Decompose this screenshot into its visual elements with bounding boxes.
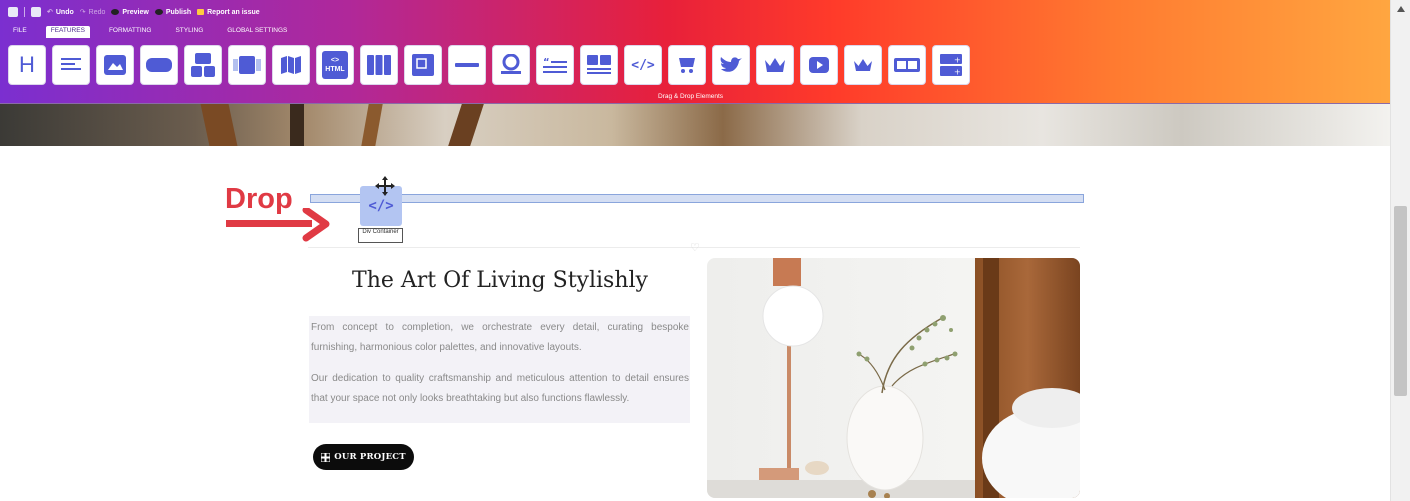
publish-icon — [154, 9, 163, 15]
cart-element[interactable] — [668, 45, 706, 85]
crown-element[interactable] — [756, 45, 794, 85]
save-icon[interactable] — [31, 7, 41, 17]
quote-element[interactable]: “ — [536, 45, 574, 85]
button-icon — [146, 58, 172, 72]
map-element[interactable] — [272, 45, 310, 85]
svg-text:+: + — [954, 56, 961, 65]
tab-features[interactable]: FEATURES — [45, 26, 90, 38]
interior-photo — [707, 258, 1080, 498]
crown-small-element[interactable] — [844, 45, 882, 85]
slider-element[interactable] — [228, 45, 266, 85]
quote-icon: “ — [543, 57, 567, 73]
cart-icon — [679, 58, 695, 73]
report-issue-button[interactable]: Report an issue — [197, 9, 260, 16]
divider-element[interactable] — [448, 45, 486, 85]
box-element[interactable] — [404, 45, 442, 85]
crown-icon — [765, 58, 785, 72]
tab-file[interactable]: FILE — [8, 26, 32, 38]
youtube-element[interactable] — [800, 45, 838, 85]
move-cursor-icon — [375, 176, 395, 196]
avatar-icon — [501, 54, 521, 74]
html-label: HTML — [325, 66, 345, 73]
gallery-element[interactable] — [184, 45, 222, 85]
image-icon — [104, 55, 126, 75]
app-icon[interactable] — [8, 7, 18, 17]
twitter-element[interactable] — [712, 45, 750, 85]
heart-icon: ♡ — [690, 242, 700, 254]
box-icon — [412, 54, 434, 76]
paragraph-2: Our dedication to quality craftsmanship … — [311, 373, 689, 404]
drag-drop-hint: Drag & Drop Elements — [658, 93, 724, 100]
paragraph-1: From concept to completion, we orchestra… — [311, 322, 689, 353]
columns-element[interactable] — [360, 45, 398, 85]
interior-photo-illustration — [707, 258, 1080, 498]
paragraph-icon — [61, 58, 81, 70]
crown-small-icon — [854, 59, 872, 71]
heading-icon: H — [19, 52, 35, 77]
scroll-up-arrow-icon[interactable] — [1397, 6, 1405, 12]
plus-box-element[interactable]: + + — [932, 45, 970, 85]
editor-page: ↶ Undo ↷ Redo Preview Publish Report an is… — [0, 0, 1410, 501]
tab-global-settings[interactable]: GLOBAL SETTINGS — [222, 26, 292, 38]
editor-menu-row: ↶ Undo ↷ Redo Preview Publish Report an is… — [8, 5, 260, 19]
editor-toolbar: ↶ Undo ↷ Redo Preview Publish Report an is… — [0, 0, 1390, 104]
redo-button[interactable]: ↷ Redo — [80, 8, 106, 17]
twitter-icon — [720, 57, 742, 72]
editor-tabs: FILE FEATURES FORMATTING STYLING GLOBAL … — [8, 26, 292, 38]
chair-leg — [448, 104, 484, 146]
code-element[interactable]: </> — [624, 45, 662, 85]
hero-image — [0, 104, 1390, 146]
pill-icon — [894, 58, 920, 72]
columns-icon — [367, 55, 391, 75]
image-element[interactable] — [96, 45, 134, 85]
gallery-icon — [191, 53, 215, 77]
element-palette: H <> HTML “ </> + + — [8, 45, 970, 85]
code-icon: </> — [631, 57, 655, 73]
section-title: The Art Of Living Stylishly — [352, 268, 648, 293]
publish-button[interactable]: Publish — [154, 9, 191, 16]
html-icon: <> HTML — [322, 51, 348, 79]
page-scrollbar[interactable] — [1390, 0, 1410, 501]
slider-icon — [233, 56, 261, 74]
our-project-button[interactable]: OUR PROJECT — [313, 444, 414, 470]
divider-icon — [455, 63, 479, 67]
chair-leg — [361, 104, 383, 146]
menu-divider — [24, 7, 25, 17]
drop-target-indicator[interactable] — [310, 194, 1084, 203]
arrow-right-icon — [226, 208, 330, 242]
heading-element[interactable]: H — [8, 45, 46, 85]
youtube-icon — [809, 57, 829, 73]
avatar-element[interactable] — [492, 45, 530, 85]
chair-leg — [290, 104, 304, 146]
our-project-label: OUR PROJECT — [334, 452, 406, 462]
flag-icon — [197, 9, 205, 15]
tab-formatting[interactable]: FORMATTING — [104, 26, 157, 38]
plus-box-icon: ++ — [940, 54, 962, 76]
html-element[interactable]: <> HTML — [316, 45, 354, 85]
chair-leg — [200, 104, 238, 146]
preview-button[interactable]: Preview — [111, 9, 149, 16]
image-text-element[interactable] — [580, 45, 618, 85]
button-element[interactable] — [140, 45, 178, 85]
scroll-thumb[interactable] — [1394, 206, 1407, 396]
tab-styling[interactable]: STYLING — [170, 26, 208, 38]
grid-icon — [321, 452, 331, 462]
eye-icon — [111, 9, 120, 15]
pill-element[interactable] — [888, 45, 926, 85]
svg-text:+: + — [954, 68, 961, 77]
undo-button[interactable]: ↶ Undo — [47, 8, 74, 17]
map-icon — [281, 56, 301, 74]
image-text-icon — [587, 55, 611, 74]
dragged-element-label: Div Container — [358, 228, 403, 243]
code-icon: </> — [368, 198, 394, 214]
paragraph-element[interactable] — [52, 45, 90, 85]
